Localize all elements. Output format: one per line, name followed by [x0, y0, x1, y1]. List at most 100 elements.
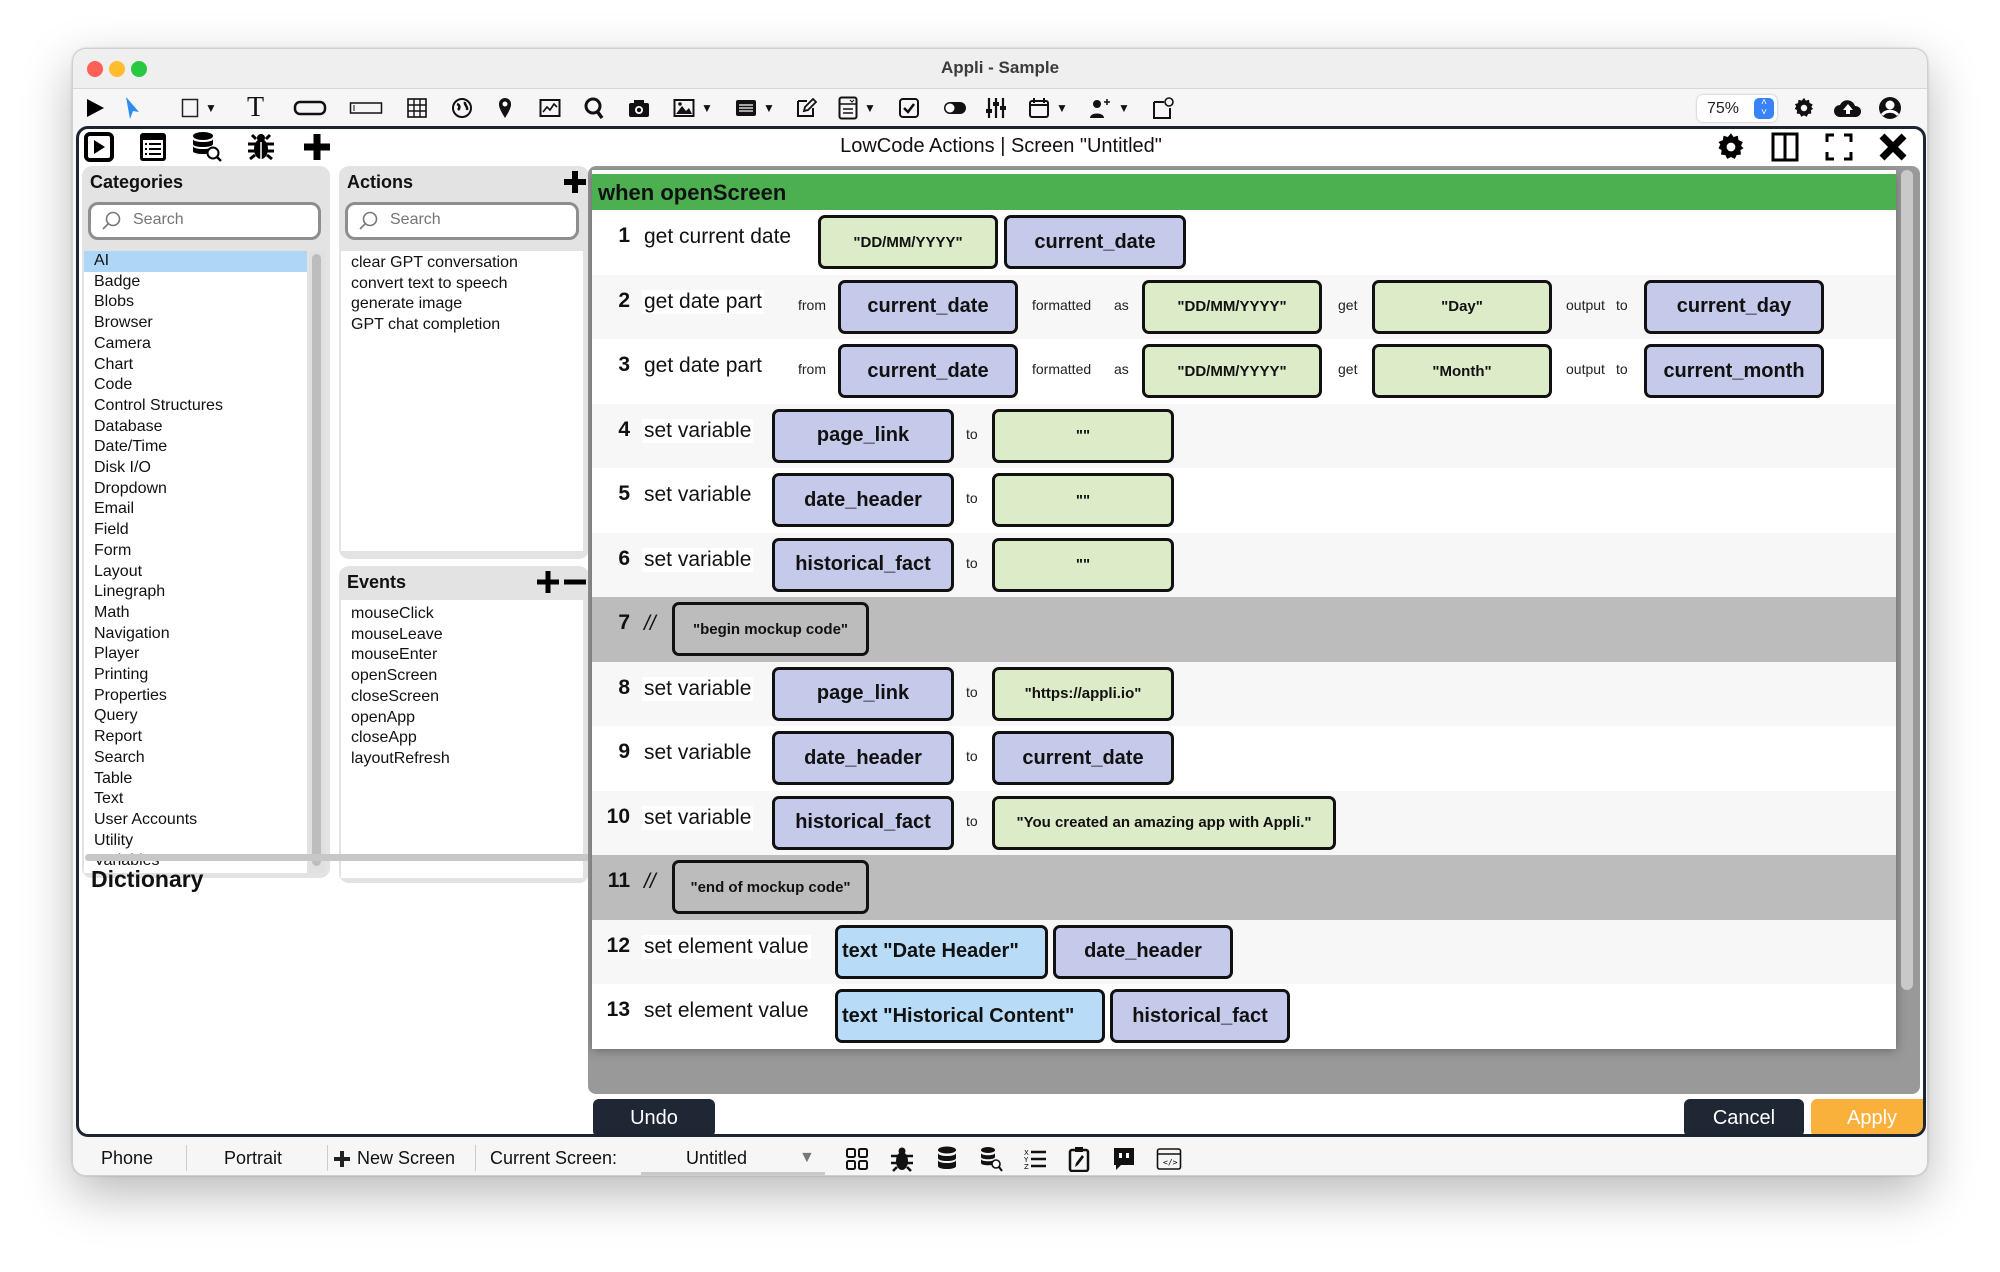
script-row[interactable]: 6 set variable historical_fact to "" — [592, 532, 1896, 597]
category-item[interactable]: Layout — [84, 562, 307, 583]
string-block[interactable]: "DD/MM/YYYY" — [818, 215, 998, 269]
string-block[interactable]: "" — [992, 408, 1174, 463]
variable-block[interactable]: current_date — [1004, 215, 1186, 269]
category-item[interactable]: Form — [84, 541, 307, 562]
script-row[interactable]: 8 set variable page_link to "https://appli.i… — [592, 661, 1896, 726]
calendar-icon[interactable]: ▼ — [1028, 94, 1068, 122]
element-block[interactable]: text "Historical Content" — [835, 989, 1105, 1043]
comment-block[interactable]: "begin mockup code" — [672, 602, 869, 656]
fullscreen-icon[interactable] — [1823, 132, 1855, 162]
variable-block[interactable]: date_header — [1053, 924, 1233, 979]
categories-scrollbar[interactable] — [309, 251, 325, 873]
new-screen-button[interactable]: New Screen — [333, 1148, 455, 1169]
undo-button[interactable]: Undo — [593, 1099, 715, 1134]
widget-icon[interactable] — [1151, 94, 1175, 122]
zoom-select[interactable]: 75% ˄ ˅ — [1697, 95, 1777, 122]
camera-icon[interactable] — [628, 94, 650, 122]
string-block[interactable]: "You created an amazing app with Appli." — [992, 795, 1336, 850]
category-item[interactable]: Database — [84, 417, 307, 438]
element-block[interactable]: text "Date Header" — [835, 924, 1048, 979]
script-row[interactable]: 5 set variable date_header to "" — [592, 468, 1896, 533]
html-embed-icon[interactable]: </> — [1155, 1145, 1183, 1173]
comment-block[interactable]: "end of mockup code" — [672, 860, 869, 914]
device-selector[interactable]: Phone — [101, 1148, 153, 1169]
category-item[interactable]: Blobs — [84, 292, 307, 313]
variable-block[interactable]: current_month — [1644, 344, 1824, 398]
category-item[interactable]: Camera — [84, 334, 307, 355]
category-item[interactable]: Dropdown — [84, 479, 307, 500]
event-item[interactable]: mouseEnter — [341, 645, 583, 666]
orientation-selector[interactable]: Portrait — [224, 1148, 282, 1169]
event-item[interactable]: closeScreen — [341, 687, 583, 708]
chat-icon[interactable] — [1110, 1145, 1138, 1173]
variable-block[interactable]: current_day — [1644, 279, 1824, 334]
variable-block[interactable]: date_header — [772, 731, 954, 785]
string-block[interactable]: "" — [992, 537, 1174, 592]
script-row[interactable]: 4 set variable page_link to "" — [592, 403, 1896, 468]
category-item[interactable]: Utility — [84, 831, 307, 852]
run-icon[interactable] — [85, 94, 105, 122]
chart-icon[interactable] — [539, 94, 561, 122]
add-user-icon[interactable]: ▼ — [1088, 94, 1130, 122]
sliders-icon[interactable] — [985, 94, 1007, 122]
script-row[interactable]: 1 get current date "DD/MM/YYYY" current_dat… — [592, 210, 1896, 275]
string-block[interactable]: "DD/MM/YYYY" — [1142, 344, 1322, 398]
category-item[interactable]: Math — [84, 603, 307, 624]
clipboard-edit-icon[interactable] — [1065, 1145, 1093, 1173]
settings-icon[interactable] — [1715, 132, 1747, 162]
close-icon[interactable] — [1877, 132, 1909, 162]
image-icon[interactable]: ▼ — [673, 94, 713, 122]
category-item[interactable]: Player — [84, 644, 307, 665]
script-row[interactable]: 12 set element value text "Date Header" dat… — [592, 919, 1896, 984]
variable-block[interactable]: current_date — [992, 731, 1174, 785]
toggle-icon[interactable] — [943, 94, 967, 122]
panel-splitter[interactable] — [85, 854, 590, 861]
zoom-stepper[interactable]: ˄ ˅ — [1754, 98, 1774, 119]
variable-block[interactable]: page_link — [772, 408, 954, 463]
category-item[interactable]: Report — [84, 727, 307, 748]
list-icon[interactable]: ▼ — [735, 94, 775, 122]
script-row[interactable]: 3 get date part from current_date formatted a… — [592, 339, 1896, 404]
action-item[interactable]: generate image — [341, 294, 583, 315]
category-item[interactable]: Table — [84, 769, 307, 790]
category-item[interactable]: Disk I/O — [84, 458, 307, 479]
apply-button[interactable]: Apply — [1811, 1099, 1923, 1134]
category-item[interactable]: Query — [84, 706, 307, 727]
category-item[interactable]: Email — [84, 499, 307, 520]
comment-row[interactable]: 7 // "begin mockup code" — [592, 597, 1896, 662]
rectangle-icon[interactable]: ▼ — [181, 94, 217, 122]
variable-block[interactable]: historical_fact — [1110, 989, 1290, 1043]
comment-row[interactable]: 11 // "end of mockup code" — [592, 855, 1896, 920]
categories-search[interactable] — [88, 202, 321, 240]
add-action-icon[interactable] — [561, 168, 589, 196]
event-item[interactable]: layoutRefresh — [341, 749, 583, 770]
button-icon[interactable] — [293, 94, 327, 122]
dropdown-icon[interactable]: ▼ — [838, 94, 876, 122]
category-item[interactable]: User Accounts — [84, 810, 307, 831]
add-event-icon[interactable] — [535, 568, 561, 596]
current-screen-select[interactable]: Untitled — [686, 1148, 747, 1169]
event-item[interactable]: openApp — [341, 708, 583, 729]
action-item[interactable]: convert text to speech — [341, 274, 583, 295]
script-scrollbar[interactable] — [1901, 170, 1913, 990]
categories-search-input[interactable] — [133, 211, 292, 229]
database-search-icon[interactable] — [977, 1145, 1005, 1173]
category-item[interactable]: Date/Time — [84, 437, 307, 458]
variable-block[interactable]: current_date — [838, 344, 1018, 398]
action-item[interactable]: clear GPT conversation — [341, 253, 583, 274]
variable-block[interactable]: historical_fact — [772, 795, 954, 850]
checkbox-icon[interactable] — [898, 94, 920, 122]
category-item[interactable]: AI — [84, 251, 307, 272]
script-row[interactable]: 13 set element value text "Historical Cont… — [592, 984, 1896, 1049]
globe-icon[interactable] — [451, 94, 473, 122]
category-item[interactable]: Badge — [84, 272, 307, 293]
table-icon[interactable] — [406, 94, 428, 122]
category-item[interactable]: Properties — [84, 686, 307, 707]
category-item[interactable]: Control Structures — [84, 396, 307, 417]
string-block[interactable]: "" — [992, 473, 1174, 527]
account-icon[interactable] — [1877, 94, 1903, 122]
script-row[interactable]: 9 set variable date_header to current_date — [592, 726, 1896, 791]
category-item[interactable]: Navigation — [84, 624, 307, 645]
event-item[interactable]: closeApp — [341, 728, 583, 749]
event-header[interactable]: when openScreen — [592, 174, 1896, 210]
